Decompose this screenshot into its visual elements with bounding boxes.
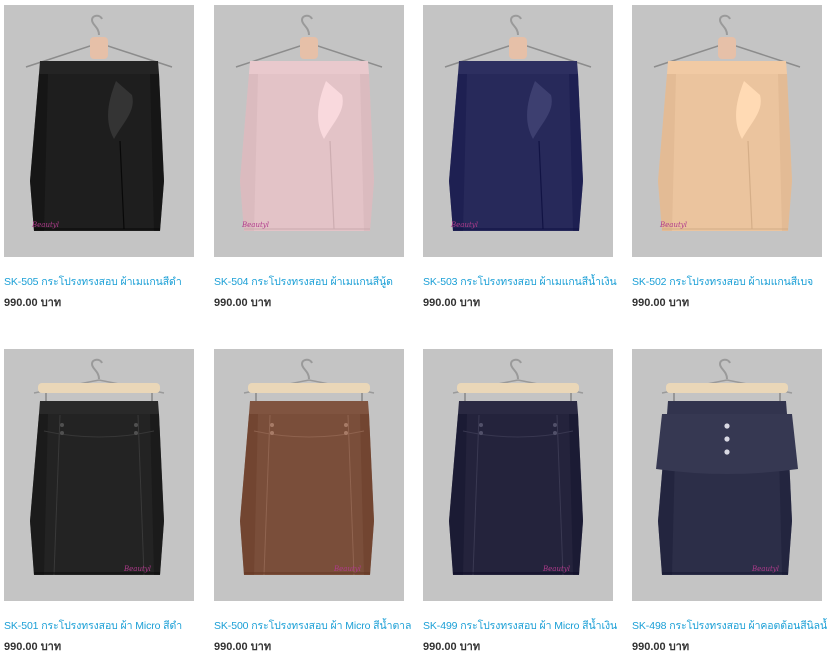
product-title-link[interactable]: SK-501 กระโปรงทรงสอบ ผ้า Micro สีดำ: [4, 617, 214, 634]
product-card-sk501: Beautyl SK-501 กระโปรงทรงสอบ ผ้า Micro ส…: [4, 349, 196, 653]
skirt-waistband: [667, 61, 787, 74]
product-image[interactable]: Beautyl: [4, 5, 194, 257]
hanger-clip: [718, 37, 736, 59]
product-image[interactable]: Beautyl: [423, 5, 613, 257]
product-title-link[interactable]: SK-502 กระโปรงทรงสอบ ผ้าเมแกนสีเบจ: [632, 273, 827, 290]
product-image[interactable]: Beautyl: [632, 349, 822, 601]
hanger-bar: [457, 383, 579, 393]
product-title-link[interactable]: SK-504 กระโปรงทรงสอบ ผ้าเมแกนสีนู้ด: [214, 273, 424, 290]
brand-logo: Beautyl: [32, 221, 59, 229]
brand-logo: Beautyl: [660, 221, 687, 229]
hanger-bar: [248, 383, 370, 393]
skirt-button: [134, 431, 138, 435]
skirt-button: [344, 431, 348, 435]
skirt-photo: [214, 5, 404, 257]
skirt-body: [240, 414, 374, 575]
product-price: 990.00 บาท: [423, 641, 481, 653]
skirt-waistband: [458, 61, 578, 74]
product-card-sk505: Beautyl SK-505 กระโปรงทรงสอบ ผ้าเมแกนสีด…: [4, 5, 196, 309]
skirt-waistband: [667, 401, 787, 414]
skirt-button: [724, 449, 730, 455]
skirt-waistband: [39, 401, 159, 414]
skirt-button: [134, 423, 138, 427]
skirt-body: [30, 414, 164, 575]
brand-logo: Beautyl: [242, 221, 269, 229]
hanger-clip: [90, 37, 108, 59]
product-title-link[interactable]: SK-500 กระโปรงทรงสอบ ผ้า Micro สีน้ำตาล: [214, 617, 424, 634]
skirt-body: [240, 74, 374, 231]
product-price: 990.00 บาท: [4, 297, 62, 309]
product-title-link[interactable]: SK-498 กระโปรงทรงสอบ ผ้าคอตต้อนสีนิลน้ำเ…: [632, 617, 827, 634]
product-title-link[interactable]: SK-499 กระโปรงทรงสอบ ผ้า Micro สีน้ำเงิน: [423, 617, 633, 634]
skirt-button: [60, 431, 64, 435]
skirt-photo: [423, 349, 613, 601]
product-image[interactable]: Beautyl: [423, 349, 613, 601]
product-card-sk504: Beautyl SK-504 กระโปรงทรงสอบ ผ้าเมแกนสีน…: [214, 5, 406, 309]
hanger-clip: [300, 37, 318, 59]
skirt-button: [479, 423, 483, 427]
skirt-peplum: [656, 414, 798, 474]
product-image[interactable]: Beautyl: [4, 349, 194, 601]
skirt-photo: [4, 5, 194, 257]
hanger-bar: [38, 383, 160, 393]
brand-logo: Beautyl: [124, 565, 151, 573]
hanger-clip: [509, 37, 527, 59]
skirt-body: [658, 74, 792, 231]
product-price: 990.00 บาท: [632, 641, 690, 653]
skirt-button: [724, 423, 730, 429]
product-card-sk503: Beautyl SK-503 กระโปรงทรงสอบ ผ้าเมแกนสีน…: [423, 5, 617, 309]
product-image[interactable]: Beautyl: [632, 5, 822, 257]
skirt-button: [479, 431, 483, 435]
skirt-button: [553, 423, 557, 427]
skirt-body: [30, 74, 164, 231]
product-price: 990.00 บาท: [423, 297, 481, 309]
skirt-photo: [632, 349, 822, 601]
skirt-photo: [214, 349, 404, 601]
product-card-sk499: Beautyl SK-499 กระโปรงทรงสอบ ผ้า Micro ส…: [423, 349, 617, 653]
product-price: 990.00 บาท: [632, 297, 690, 309]
skirt-photo: [423, 5, 613, 257]
brand-logo: Beautyl: [752, 565, 779, 573]
skirt-waistband: [249, 61, 369, 74]
brand-logo: Beautyl: [334, 565, 361, 573]
product-card-sk502: Beautyl SK-502 กระโปรงทรงสอบ ผ้าเมแกนสีเ…: [632, 5, 824, 309]
skirt-body: [449, 74, 583, 231]
product-title-link[interactable]: SK-503 กระโปรงทรงสอบ ผ้าเมแกนสีน้ำเงิน: [423, 273, 633, 290]
skirt-button: [724, 436, 730, 442]
skirt-photo: [4, 349, 194, 601]
product-image[interactable]: Beautyl: [214, 349, 404, 601]
hanger-bar: [666, 383, 788, 393]
product-price: 990.00 บาท: [4, 641, 62, 653]
brand-logo: Beautyl: [451, 221, 478, 229]
skirt-button: [60, 423, 64, 427]
skirt-button: [270, 431, 274, 435]
product-price: 990.00 บาท: [214, 297, 272, 309]
brand-logo: Beautyl: [543, 565, 570, 573]
skirt-waistband: [249, 401, 369, 414]
product-grid: Beautyl SK-505 กระโปรงทรงสอบ ผ้าเมแกนสีด…: [0, 0, 827, 653]
skirt-button: [553, 431, 557, 435]
product-image[interactable]: Beautyl: [214, 5, 404, 257]
skirt-button: [344, 423, 348, 427]
product-price: 990.00 บาท: [214, 641, 272, 653]
product-card-sk500: Beautyl SK-500 กระโปรงทรงสอบ ผ้า Micro ส…: [214, 349, 411, 653]
product-card-sk498: Beautyl SK-498 กระโปรงทรงสอบ ผ้าคอตต้อนส…: [632, 349, 827, 653]
skirt-waistband: [39, 61, 159, 74]
skirt-photo: [632, 5, 822, 257]
skirt-waistband: [458, 401, 578, 414]
product-title-link[interactable]: SK-505 กระโปรงทรงสอบ ผ้าเมแกนสีดำ: [4, 273, 214, 290]
skirt-body: [449, 414, 583, 575]
skirt-button: [270, 423, 274, 427]
